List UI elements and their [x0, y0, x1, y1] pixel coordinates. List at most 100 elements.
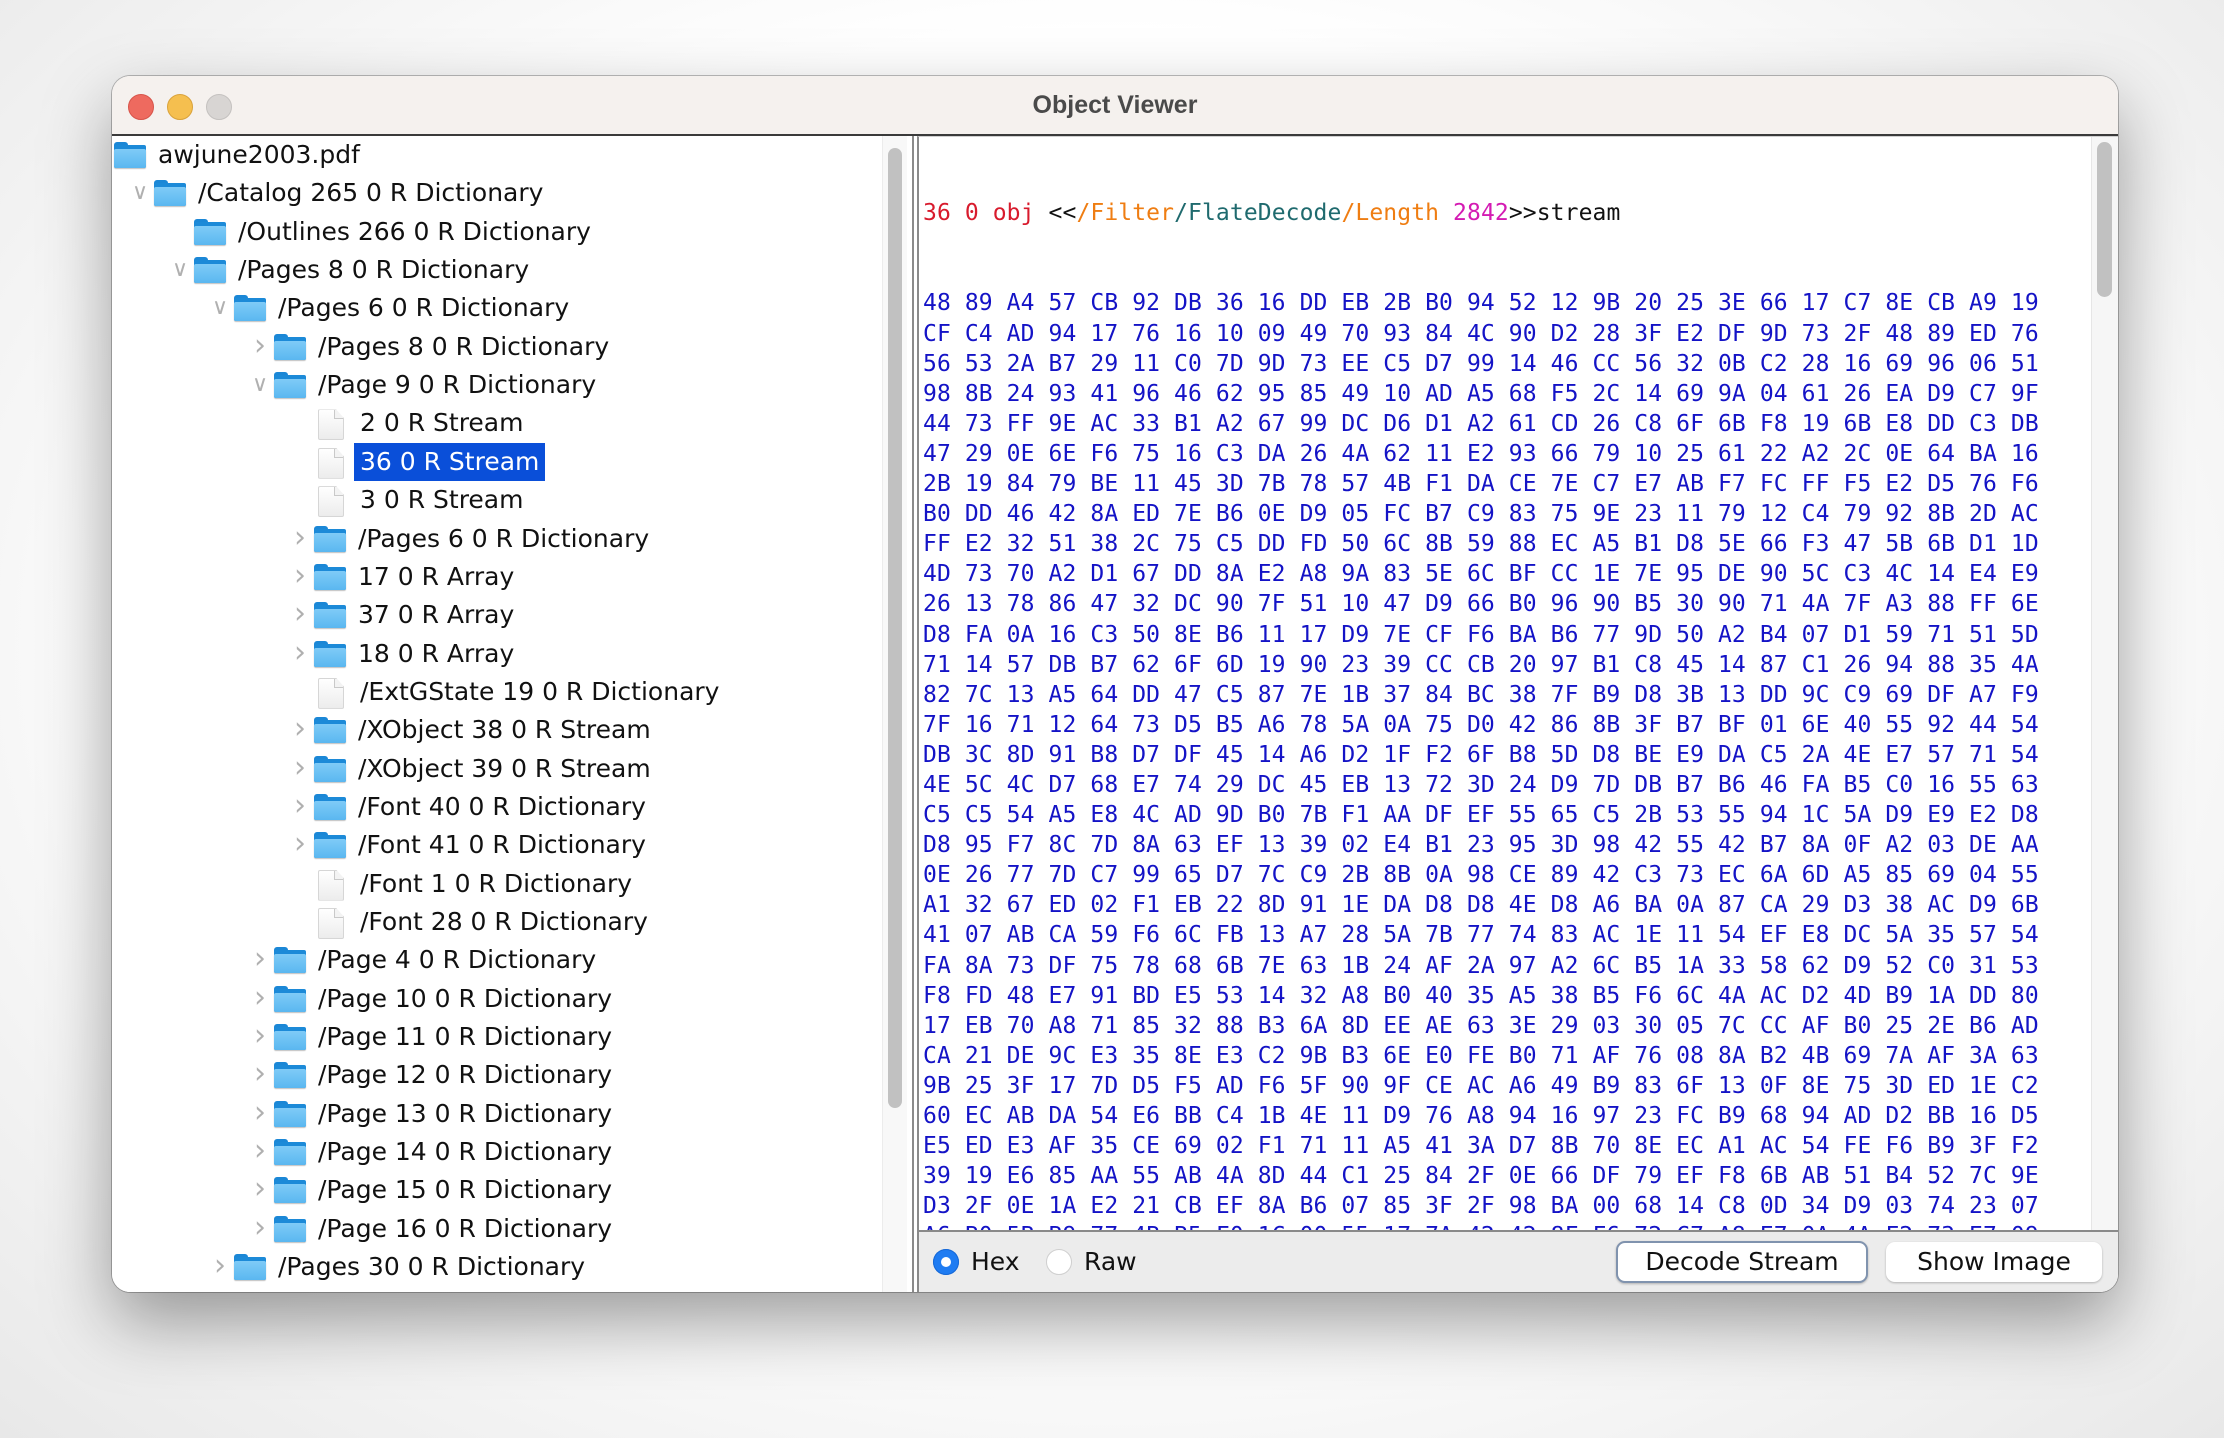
tree-node-label: 3 0 R Stream — [360, 485, 524, 515]
chevron-down-icon[interactable]: ∨ — [130, 174, 150, 212]
file-icon — [318, 677, 344, 709]
tree-node[interactable]: › /Pages 30 0 R Dictionary — [112, 1248, 872, 1286]
tree-node[interactable]: › /XObject 39 0 R Stream — [112, 750, 872, 788]
chevron-right-icon[interactable]: › — [250, 1056, 270, 1094]
chevron-right-icon[interactable]: › — [290, 788, 310, 826]
chevron-right-icon[interactable]: › — [250, 941, 270, 979]
hex-row: 39 19 E6 85 AA 55 AB 4A 8D 44 C1 25 84 2… — [923, 1163, 2039, 1190]
chevron-right-icon[interactable]: › — [250, 980, 270, 1018]
folder-icon — [234, 1254, 266, 1281]
tree-node[interactable]: › — [112, 1287, 872, 1293]
chevron-right-icon[interactable]: › — [250, 1171, 270, 1209]
hex-row: DB 3C 8D 91 B8 D7 DF 45 14 A6 D2 1F F2 6… — [923, 741, 2039, 768]
tree-node[interactable]: /Outlines 266 0 R Dictionary — [112, 213, 872, 251]
tree-node[interactable]: › /Page 4 0 R Dictionary — [112, 941, 872, 979]
raw-radio[interactable] — [1046, 1249, 1072, 1275]
tree-node[interactable]: ∨ /Page 9 0 R Dictionary — [112, 366, 872, 404]
tree-node[interactable]: › /Page 10 0 R Dictionary — [112, 980, 872, 1018]
folder-icon — [274, 333, 306, 360]
chevron-right-icon[interactable]: › — [290, 520, 310, 558]
hex-row: D8 95 F7 8C 7D 8A 63 EF 13 39 02 E4 B1 2… — [923, 832, 2039, 859]
tree-node[interactable]: › 18 0 R Array — [112, 635, 872, 673]
hex-content: 36 0 obj <</Filter/FlateDecode/Length 28… — [923, 138, 2039, 1233]
hex-row: FA 8A 73 DF 75 78 68 6B 7E 63 1B 24 AF 2… — [923, 952, 2039, 979]
file-icon — [318, 447, 344, 479]
tree-node[interactable]: › /Page 15 0 R Dictionary — [112, 1171, 872, 1209]
tree-node[interactable]: ∨ /Pages 6 0 R Dictionary — [112, 289, 872, 327]
tree-node[interactable]: › /Page 14 0 R Dictionary — [112, 1133, 872, 1171]
chevron-right-icon[interactable]: › — [250, 328, 270, 366]
hex-row: 82 7C 13 A5 64 DD 47 C5 87 7E 1B 37 84 B… — [923, 681, 2039, 708]
tree-node[interactable]: › 37 0 R Array — [112, 596, 872, 634]
tree-node-label: /Page 14 0 R Dictionary — [318, 1137, 613, 1167]
chevron-right-icon[interactable]: › — [250, 1133, 270, 1171]
tree-node[interactable]: › /Pages 6 0 R Dictionary — [112, 520, 872, 558]
object-tree[interactable]: ››/Pages 30 0 R Dictionary›/Page 16 0 R … — [112, 136, 914, 1292]
hex-row: 41 07 AB CA 59 F6 6C FB 13 A7 28 5A 7B 7… — [923, 922, 2039, 949]
tree-node-label: /Pages 30 0 R Dictionary — [278, 1252, 586, 1282]
tree-node[interactable]: /Font 28 0 R Dictionary — [112, 903, 872, 941]
tree-scrollbar-thumb[interactable] — [888, 148, 902, 1108]
hex-radio-label[interactable]: Hex — [971, 1232, 1020, 1292]
folder-icon — [154, 180, 186, 207]
hex-scrollbar-thumb[interactable] — [2097, 142, 2112, 297]
tree-node[interactable]: 3 0 R Stream — [112, 481, 872, 519]
tree-node[interactable]: › /Pages 8 0 R Dictionary — [112, 328, 872, 366]
hex-row: 7F 16 71 12 64 73 D5 B5 A6 78 5A 0A 75 D… — [923, 711, 2039, 738]
tree-node-label: /Page 11 0 R Dictionary — [318, 1022, 613, 1052]
hex-row: 9B 25 3F 17 7D D5 F5 AD F6 5F 90 9F CE A… — [923, 1072, 2039, 1099]
tree-node[interactable]: › /Font 40 0 R Dictionary — [112, 788, 872, 826]
hex-scrollbar-track[interactable] — [2091, 137, 2118, 1233]
tree-node[interactable]: awjune2003.pdf — [112, 136, 872, 174]
decode-stream-button[interactable]: Decode Stream — [1616, 1241, 1868, 1283]
hex-view[interactable]: 36 0 obj <</Filter/FlateDecode/Length 28… — [917, 136, 2118, 1233]
show-image-button[interactable]: Show Image — [1886, 1242, 2102, 1282]
folder-icon — [314, 793, 346, 820]
chevron-down-icon[interactable]: ∨ — [210, 289, 230, 327]
hex-row: 26 13 78 86 47 32 DC 90 7F 51 10 47 D9 6… — [923, 591, 2039, 618]
title-bar: Object Viewer — [112, 76, 2118, 136]
chevron-right-icon[interactable]: › — [210, 1287, 230, 1293]
hex-row: D3 2F 0E 1A E2 21 CB EF 8A B6 07 85 3F 2… — [923, 1193, 2039, 1220]
tree-node[interactable]: › /Page 16 0 R Dictionary — [112, 1210, 872, 1248]
hex-row: FF E2 32 51 38 2C 75 C5 DD FD 50 6C 8B 5… — [923, 531, 2039, 558]
tree-node[interactable]: › /XObject 38 0 R Stream — [112, 711, 872, 749]
chevron-right-icon[interactable]: › — [290, 750, 310, 788]
tree-node-label: /Pages 6 0 R Dictionary — [278, 293, 570, 323]
tree-node[interactable]: ∨ /Catalog 265 0 R Dictionary — [112, 174, 872, 212]
chevron-right-icon[interactable]: › — [250, 1210, 270, 1248]
chevron-right-icon[interactable]: › — [250, 1018, 270, 1056]
chevron-right-icon[interactable]: › — [250, 1095, 270, 1133]
file-icon — [318, 486, 344, 518]
chevron-down-icon[interactable]: ∨ — [250, 366, 270, 404]
chevron-right-icon[interactable]: › — [290, 635, 310, 673]
tree-node-label: /ExtGState 19 0 R Dictionary — [360, 676, 720, 706]
hex-row: E5 ED E3 AF 35 CE 69 02 F1 71 11 A5 41 3… — [923, 1133, 2039, 1160]
object-viewer-window: Object Viewer ››/Pages 30 0 R Dictionary… — [112, 76, 2118, 1292]
raw-radio-label[interactable]: Raw — [1084, 1232, 1137, 1292]
chevron-right-icon[interactable]: › — [210, 1248, 230, 1286]
hex-row: 0E 26 77 7D C7 99 65 D7 7C C9 2B 8B 0A 9… — [923, 862, 2039, 889]
hex-radio[interactable] — [933, 1249, 959, 1275]
tree-node[interactable]: › 17 0 R Array — [112, 558, 872, 596]
chevron-right-icon[interactable]: › — [290, 596, 310, 634]
tree-node[interactable]: › /Page 11 0 R Dictionary — [112, 1018, 872, 1056]
tree-node-label: /XObject 38 0 R Stream — [358, 715, 651, 745]
tree-node[interactable]: › /Page 13 0 R Dictionary — [112, 1095, 872, 1133]
object-ref: 36 0 obj — [923, 200, 1035, 227]
folder-icon — [274, 1139, 306, 1166]
chevron-right-icon[interactable]: › — [290, 826, 310, 864]
tree-node[interactable]: ∨ /Pages 8 0 R Dictionary — [112, 251, 872, 289]
tree-node-label: /Page 9 0 R Dictionary — [318, 370, 597, 400]
tree-node[interactable]: /ExtGState 19 0 R Dictionary — [112, 673, 872, 711]
tree-node[interactable]: /Font 1 0 R Dictionary — [112, 865, 872, 903]
chevron-down-icon[interactable]: ∨ — [170, 251, 190, 289]
tree-node[interactable]: › /Font 41 0 R Dictionary — [112, 826, 872, 864]
chevron-right-icon[interactable]: › — [290, 558, 310, 596]
hex-row: 44 73 FF 9E AC 33 B1 A2 67 99 DC D6 D1 A… — [923, 410, 2039, 437]
tree-node-label: 17 0 R Array — [358, 561, 515, 591]
tree-node[interactable]: 36 0 R Stream — [112, 442, 872, 481]
chevron-right-icon[interactable]: › — [290, 711, 310, 749]
tree-node[interactable]: 2 0 R Stream — [112, 404, 872, 442]
tree-node[interactable]: › /Page 12 0 R Dictionary — [112, 1056, 872, 1094]
